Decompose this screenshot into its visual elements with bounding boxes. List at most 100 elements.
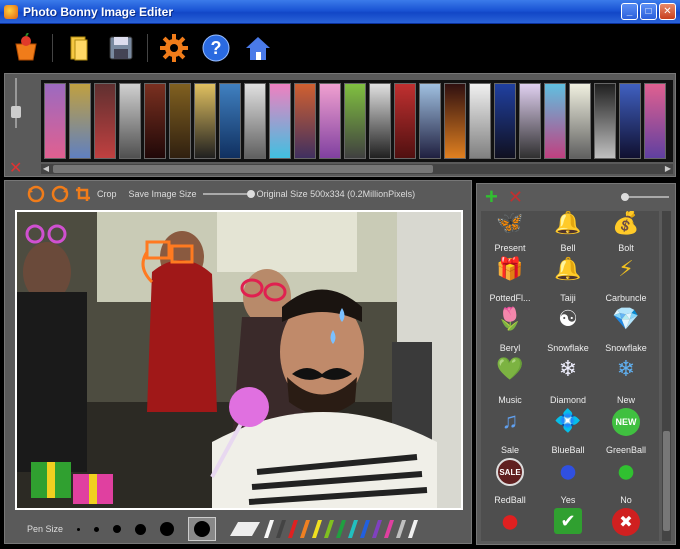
red-ball-icon: ● (499, 501, 521, 540)
open-folder-button[interactable] (63, 32, 95, 64)
photo-canvas[interactable] (15, 210, 463, 510)
sticker-red-ball[interactable]: RedBall ● (483, 495, 537, 540)
frame-thumbnail[interactable] (269, 83, 291, 159)
bell-icon: 🔔 (554, 256, 582, 281)
frame-thumbnail[interactable] (294, 83, 316, 159)
crop-icon[interactable] (75, 186, 91, 202)
frame-thumbnail[interactable] (319, 83, 341, 159)
save-size-slider[interactable] (202, 190, 255, 198)
sticker-taiji[interactable]: Taiji ☯ (541, 293, 595, 332)
frame-thumbnail[interactable] (419, 83, 441, 159)
rotate-left-icon[interactable] (27, 185, 45, 203)
pen-size-option[interactable] (77, 527, 81, 531)
svg-text:?: ? (211, 38, 222, 58)
frame-thumbnail[interactable] (219, 83, 241, 159)
pen-size-option-selected[interactable] (188, 517, 217, 541)
save-button[interactable] (105, 32, 137, 64)
home-button[interactable] (242, 32, 274, 64)
slider-thumb[interactable] (621, 193, 629, 201)
sticker-scrollbar[interactable] (662, 211, 671, 541)
sticker-new[interactable]: New NEW (599, 395, 653, 436)
pen-size-option[interactable] (160, 522, 175, 536)
sticker-label: PottedFl... (489, 293, 531, 303)
sticker-bolt[interactable]: Bolt ⚡ (599, 243, 653, 282)
frame-strip-scrollbar[interactable]: ◀ ▶ (41, 164, 673, 174)
gear-icon (160, 34, 188, 62)
sticker-bell[interactable]: Bell 🔔 (541, 243, 595, 282)
pen-size-label: Pen Size (27, 524, 64, 534)
frame-thumbnail[interactable] (244, 83, 266, 159)
sticker-snowflake[interactable]: Snowflake ❄ (599, 343, 653, 382)
frame-thumbnail[interactable] (169, 83, 191, 159)
frame-thumbnail[interactable] (119, 83, 141, 159)
frame-thumbnail[interactable] (69, 83, 91, 159)
frame-thumbnail[interactable] (444, 83, 466, 159)
slider-thumb[interactable] (11, 106, 21, 118)
sticker-green-ball[interactable]: GreenBall ● (599, 445, 653, 490)
pen-size-bar: Pen Size (5, 515, 471, 543)
clear-frame-icon[interactable]: ✕ (9, 158, 22, 178)
sticker-item[interactable]: 🦋 (483, 211, 537, 236)
sticker-label: Diamond (549, 395, 587, 405)
scrollbar-thumb[interactable] (53, 165, 433, 173)
scroll-right-icon[interactable]: ▶ (663, 164, 673, 174)
frame-thumbnail[interactable] (144, 83, 166, 159)
pen-size-option[interactable] (113, 525, 122, 533)
sticker-snowflake[interactable]: Snowflake ❄ (541, 343, 595, 382)
crop-label[interactable]: Crop (97, 189, 117, 199)
sticker-item[interactable]: 🔔 (541, 211, 595, 236)
scrollbar-thumb[interactable] (663, 431, 670, 531)
remove-sticker-icon[interactable]: ✕ (508, 187, 523, 208)
sticker-label: Snowflake (547, 343, 589, 353)
frame-thumbnail[interactable] (644, 83, 666, 159)
sticker-potted-flower[interactable]: PottedFl... 🌷 (483, 293, 537, 332)
sticker-sale[interactable]: Sale SALE (483, 445, 537, 486)
sticker-blue-ball[interactable]: BlueBall ● (541, 445, 595, 490)
sticker-present[interactable]: Present 🎁 (483, 243, 537, 282)
sticker-yes[interactable]: Yes ✔ (541, 495, 595, 534)
minimize-button[interactable]: _ (621, 3, 638, 20)
sticker-size-slider[interactable] (621, 193, 669, 201)
frame-thumbnail[interactable] (44, 83, 66, 159)
add-sticker-icon[interactable]: + (485, 186, 498, 208)
toolbar-separator (147, 34, 148, 62)
sticker-label: Yes (560, 495, 576, 505)
sticker-music[interactable]: Music ♫ (483, 395, 537, 434)
window-controls: _ □ ✕ (621, 3, 676, 20)
frame-thumbnail[interactable] (194, 83, 216, 159)
scroll-left-icon[interactable]: ◀ (41, 164, 51, 174)
sticker-carbuncle[interactable]: Carbuncle 💎 (599, 293, 653, 332)
frame-thumbnail[interactable] (369, 83, 391, 159)
diamond-icon: 💠 (554, 408, 582, 433)
frame-thumbnail[interactable] (544, 83, 566, 159)
frame-thumbnail[interactable] (494, 83, 516, 159)
snowflake-icon: ❄ (558, 356, 578, 381)
frame-thumbnail[interactable] (469, 83, 491, 159)
frame-thumbnail[interactable] (344, 83, 366, 159)
sticker-label: Sale (500, 445, 519, 455)
maximize-button[interactable]: □ (640, 3, 657, 20)
help-button[interactable]: ? (200, 32, 232, 64)
open-photo-button[interactable] (10, 32, 42, 64)
close-button[interactable]: ✕ (659, 3, 676, 20)
sticker-label: Present (494, 243, 526, 253)
beryl-icon: 💚 (496, 356, 524, 381)
frame-thumbnail[interactable] (569, 83, 591, 159)
frame-thumbnail[interactable] (594, 83, 616, 159)
frame-size-slider[interactable] (11, 78, 21, 128)
sticker-label: Taiji (560, 293, 576, 303)
sticker-no[interactable]: No ✖ (599, 495, 653, 536)
pen-size-option[interactable] (94, 526, 100, 532)
rotate-right-icon[interactable] (51, 185, 69, 203)
sticker-diamond[interactable]: Diamond 💠 (541, 395, 595, 434)
frame-thumbnail[interactable] (619, 83, 641, 159)
frame-thumbnail[interactable] (519, 83, 541, 159)
slider-thumb[interactable] (246, 190, 255, 198)
pen-color-palette[interactable] (230, 518, 430, 540)
frame-thumbnail[interactable] (94, 83, 116, 159)
sticker-item[interactable]: 💰 (599, 211, 653, 236)
frame-thumbnail[interactable] (394, 83, 416, 159)
settings-button[interactable] (158, 32, 190, 64)
sticker-beryl[interactable]: Beryl 💚 (483, 343, 537, 382)
pen-size-option[interactable] (135, 523, 147, 535)
